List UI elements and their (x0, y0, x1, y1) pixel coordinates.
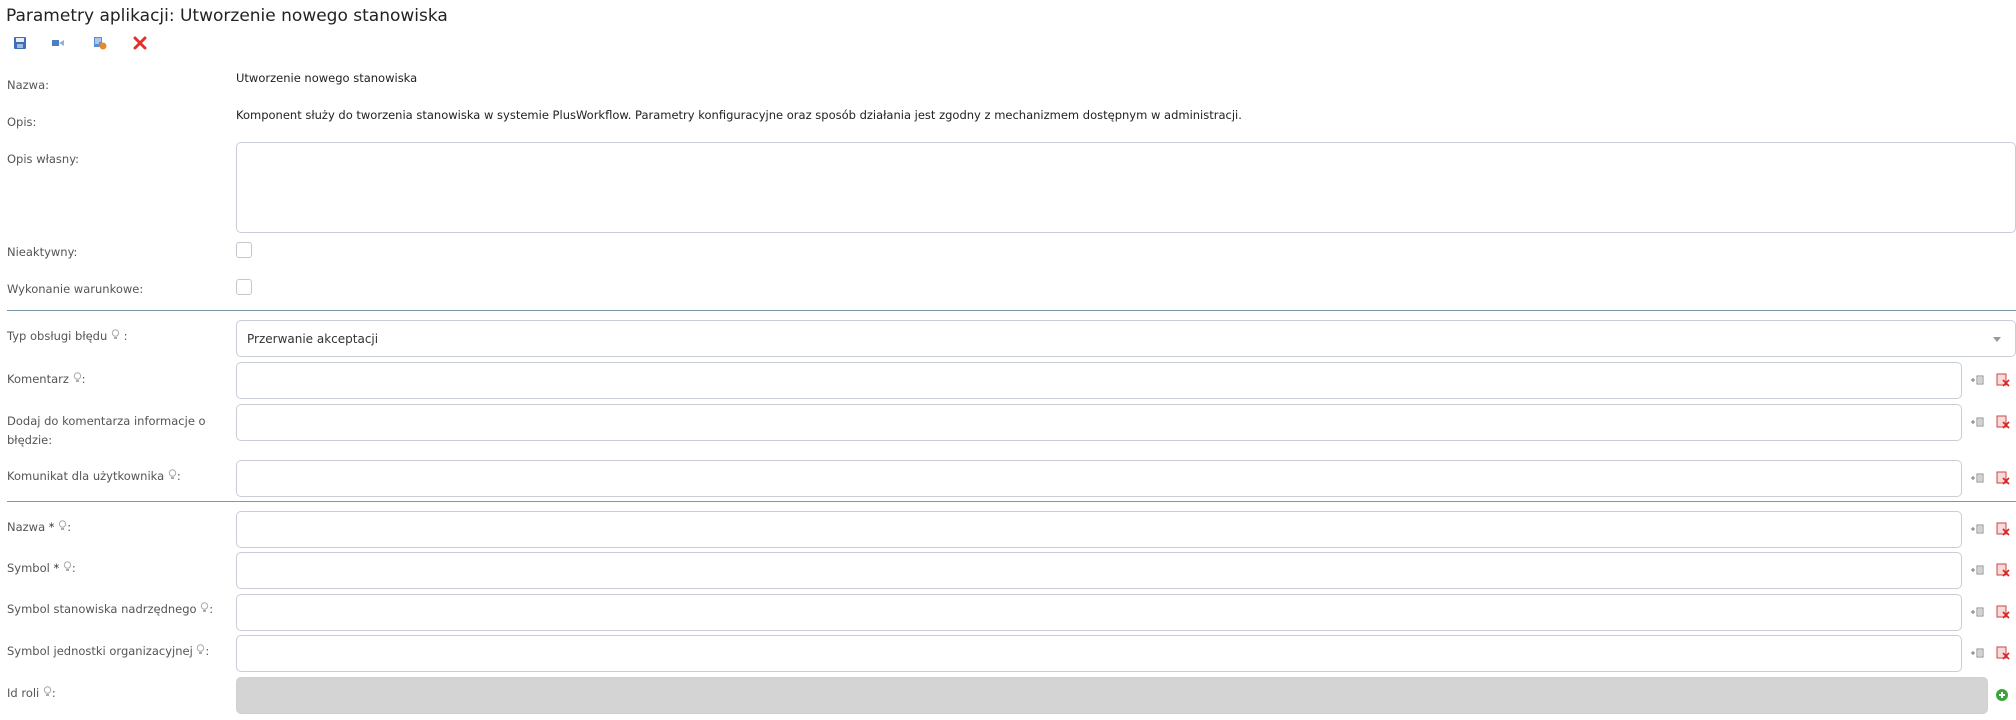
clear-icon[interactable] (1996, 563, 2010, 577)
clear-icon[interactable] (1996, 373, 2010, 387)
hint-icon[interactable] (43, 686, 52, 700)
param-nazwa-input[interactable] (236, 511, 1962, 548)
hint-icon[interactable] (200, 602, 209, 616)
nieaktywny-checkbox[interactable] (236, 242, 252, 258)
page-title: Parametry aplikacji: Utworzenie nowego s… (6, 6, 448, 26)
hint-icon[interactable] (168, 469, 177, 483)
nieaktywny-label: Nieaktywny: (7, 245, 78, 259)
hint-icon[interactable] (63, 561, 72, 575)
typ-obslugi-select[interactable]: Przerwanie akceptacji (236, 320, 2016, 357)
komentarz-input[interactable] (236, 362, 1962, 399)
add-icon[interactable] (1995, 688, 2009, 702)
insert-variable-icon[interactable] (1970, 605, 1984, 619)
opis-label: Opis: (7, 115, 37, 129)
insert-variable-icon[interactable] (1970, 646, 1984, 660)
clear-icon[interactable] (1996, 415, 2010, 429)
separator (7, 310, 2016, 311)
save-icon[interactable] (10, 33, 30, 53)
nazwa-label: Nazwa: (7, 78, 50, 92)
typ-obslugi-selected-value: Przerwanie akceptacji (247, 331, 379, 346)
insert-variable-icon[interactable] (1970, 522, 1984, 536)
save-and-close-icon[interactable] (48, 33, 68, 53)
hint-icon[interactable] (73, 372, 82, 386)
clear-icon[interactable] (1996, 522, 2010, 536)
param-jednostka-input[interactable] (236, 635, 1962, 672)
opis-wlasny-label: Opis własny: (7, 152, 80, 166)
clear-icon[interactable] (1996, 471, 2010, 485)
hint-icon[interactable] (111, 329, 124, 343)
chevron-down-icon (1993, 337, 2001, 342)
id-roli-field[interactable] (236, 677, 1988, 714)
param-symbol-label: Symbol * : (7, 561, 76, 575)
param-nazwa-label: Nazwa * : (7, 520, 72, 534)
insert-variable-icon[interactable] (1970, 563, 1984, 577)
wykonanie-warunkowe-checkbox[interactable] (236, 279, 252, 295)
param-nadrzedny-input[interactable] (236, 594, 1962, 631)
hint-icon[interactable] (58, 520, 67, 534)
opis-wlasny-textarea[interactable] (236, 142, 2016, 233)
test-icon[interactable] (90, 33, 110, 53)
insert-variable-icon[interactable] (1970, 373, 1984, 387)
param-nadrzedny-label: Symbol stanowiska nadrzędnego : (7, 602, 214, 616)
dodaj-informacje-input[interactable] (236, 404, 1962, 441)
clear-icon[interactable] (1996, 605, 2010, 619)
wykonanie-warunkowe-label: Wykonanie warunkowe: (7, 282, 144, 296)
typ-obslugi-label: Typ obsługi błędu : (7, 329, 128, 343)
close-icon[interactable] (130, 33, 150, 53)
param-jednostka-label: Symbol jednostki organizacyjnej : (7, 644, 210, 658)
param-symbol-input[interactable] (236, 552, 1962, 589)
clear-icon[interactable] (1996, 646, 2010, 660)
komunikat-input[interactable] (236, 460, 1962, 497)
dodaj-informacje-label: Dodaj do komentarza informacje o błędzie… (7, 414, 206, 447)
param-id-roli-label: Id roli : (7, 686, 56, 700)
insert-variable-icon[interactable] (1970, 471, 1984, 485)
opis-value: Komponent służy do tworzenia stanowiska … (236, 108, 1242, 122)
separator (7, 501, 2016, 502)
komunikat-label: Komunikat dla użytkownika : (7, 469, 181, 483)
nazwa-value: Utworzenie nowego stanowiska (236, 71, 418, 85)
komentarz-label: Komentarz : (7, 372, 86, 386)
insert-variable-icon[interactable] (1970, 415, 1984, 429)
